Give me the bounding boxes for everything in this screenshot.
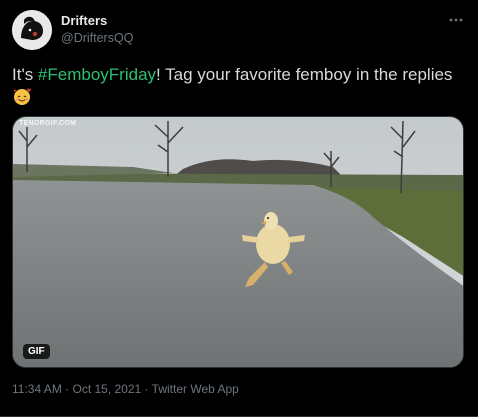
tweet-text: It's #FemboyFriday! Tag your favorite fe… (12, 63, 467, 109)
gif-media[interactable]: TENORGIF.COM GIF (12, 116, 464, 368)
author-name[interactable]: Drifters (61, 13, 107, 28)
gif-badge: GIF (23, 344, 50, 359)
tweet-text-before: It's (12, 65, 38, 84)
tweet-date[interactable]: Oct 15, 2021 (72, 382, 141, 396)
tweet: Drifters @DriftersQQ It's #FemboyFriday!… (0, 0, 478, 417)
hashtag-link[interactable]: #FemboyFriday (38, 65, 156, 84)
smiling-face-with-hearts-icon (12, 87, 34, 107)
tweet-text-after: ! Tag your favorite femboy in the replie… (156, 65, 453, 84)
tweet-meta: 11:34 AM · Oct 15, 2021 · Twitter Web Ap… (12, 382, 239, 396)
gif-watermark: TENORGIF.COM (19, 120, 77, 127)
more-options-icon[interactable] (448, 12, 464, 28)
author-handle[interactable]: @DriftersQQ (61, 31, 133, 45)
avatar[interactable] (12, 10, 52, 50)
meta-separator: · (141, 382, 152, 396)
tweet-time[interactable]: 11:34 AM (12, 382, 62, 396)
meta-separator: · (61, 382, 73, 396)
tweet-source[interactable]: Twitter Web App (152, 382, 239, 396)
